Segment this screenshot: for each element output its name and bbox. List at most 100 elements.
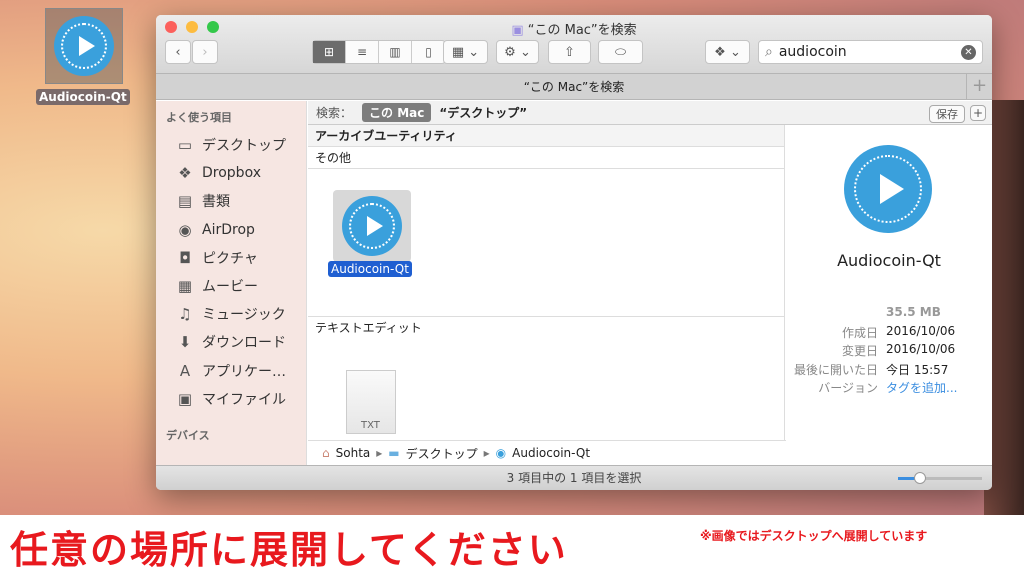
folder-icon: ▣ bbox=[511, 23, 528, 38]
sidebar-item-label: マイファイル bbox=[202, 391, 286, 408]
sidebar-item-label: ダウンロード bbox=[202, 335, 286, 352]
new-tab-button[interactable]: + bbox=[966, 74, 992, 99]
sidebar-icon: ▤ bbox=[177, 192, 193, 211]
back-button[interactable]: ‹ bbox=[165, 40, 191, 64]
item-label: Audiocoin-Qt bbox=[328, 261, 412, 277]
banner-note: ※画像ではデスクトップへ展開しています bbox=[700, 529, 928, 543]
sidebar-item-label: 書類 bbox=[202, 194, 230, 211]
sidebar-icon: ◉ bbox=[178, 220, 192, 239]
gear-icon[interactable]: ⚙ ⌄ bbox=[496, 40, 539, 64]
metadata-value[interactable]: タグを追加... bbox=[886, 379, 957, 398]
metadata-value: 2016/10/06 bbox=[886, 323, 956, 338]
app-icon: ◉ bbox=[495, 446, 507, 460]
scope-desktop[interactable]: “デスクトップ” bbox=[439, 104, 527, 121]
view-mode-control: ⊞ ≡ ▥ ▯ bbox=[312, 40, 446, 64]
sidebar: よく使う項目 ▭ デスクトップ ❖ Dropbox ▤ 書類 ◉ AirDrop ◘ ピクチャ ▦ ム… bbox=[156, 101, 307, 466]
search-input[interactable]: ⌕ audiocoin ✕ bbox=[758, 40, 983, 64]
column-view-icon[interactable]: ▥ bbox=[379, 41, 412, 63]
sidebar-icon: ▭ bbox=[177, 136, 193, 155]
favorites-header: よく使う項目 bbox=[166, 111, 232, 124]
icon-size-slider[interactable] bbox=[898, 472, 982, 484]
banner-main-text: 任意の場所に展開してください bbox=[10, 528, 568, 572]
sidebar-item[interactable]: ▭ デスクトップ bbox=[156, 131, 306, 159]
desktop-app-icon[interactable] bbox=[45, 8, 123, 84]
sidebar-item[interactable]: ◉ AirDrop bbox=[156, 216, 306, 244]
group-header: その他 bbox=[308, 147, 784, 169]
sidebar-item[interactable]: A アプリケー… bbox=[156, 357, 306, 385]
toolbar: ▣ “この Mac”を検索 ‹ › ⊞ ≡ ▥ ▯ ▦ ⌄ ⚙ ⌄ ⇧ ⬭ ❖ ⌄ ⌕… bbox=[156, 15, 992, 74]
path-item[interactable]: デスクトップ bbox=[406, 445, 478, 462]
sidebar-item-label: AirDrop bbox=[202, 221, 255, 238]
metadata-key: 変更日 bbox=[841, 344, 878, 358]
search-scope-bar: 検索： この Mac “デスクトップ” 保存 + bbox=[308, 101, 992, 125]
list-view-icon[interactable]: ≡ bbox=[346, 41, 379, 63]
audiocoin-icon bbox=[342, 196, 402, 256]
search-value: audiocoin bbox=[778, 44, 847, 60]
dropbox-icon[interactable]: ❖ ⌄ bbox=[705, 40, 750, 64]
tag-icon[interactable]: ⬭ bbox=[598, 40, 643, 64]
metadata-row: バージョン タグを追加... bbox=[786, 379, 992, 398]
sidebar-icon: ▣ bbox=[177, 389, 193, 408]
sidebar-item-label: Dropbox bbox=[202, 165, 261, 182]
preview-size: 35.5 MB bbox=[886, 305, 941, 319]
status-bar: 3 項目中の 1 項目を選択 bbox=[156, 465, 992, 490]
sidebar-icon: A bbox=[179, 361, 191, 380]
sidebar-item-label: ムービー bbox=[202, 279, 258, 296]
folder-icon: ▬ bbox=[388, 446, 400, 460]
add-criteria-button[interactable]: + bbox=[970, 105, 986, 121]
sidebar-icon: ▦ bbox=[177, 277, 193, 296]
path-item[interactable]: Sohta bbox=[336, 446, 371, 460]
sidebar-item-label: ピクチャ bbox=[202, 250, 258, 267]
sidebar-item[interactable]: ▣ マイファイル bbox=[156, 385, 306, 413]
metadata-row: 最後に開いた日 今日 15:57 bbox=[786, 361, 992, 380]
sidebar-item-label: ミュージック bbox=[202, 307, 286, 324]
result-item[interactable]: TXT bbox=[346, 370, 396, 434]
scope-this-mac[interactable]: この Mac bbox=[362, 103, 432, 122]
save-button[interactable]: 保存 bbox=[929, 105, 965, 123]
tab-search[interactable]: “この Mac”を検索 bbox=[524, 80, 625, 94]
search-icon: ⌕ bbox=[765, 44, 773, 60]
sidebar-item-label: アプリケー… bbox=[202, 363, 286, 380]
txt-file-label: TXT bbox=[361, 420, 380, 431]
sidebar-item[interactable]: ▦ ムービー bbox=[156, 272, 306, 300]
sidebar-item-label: デスクトップ bbox=[202, 138, 286, 155]
path-bar: ⌂ Sohta ▸ ▬ デスクトップ ▸ ◉ Audiocoin-Qt bbox=[308, 440, 786, 465]
metadata-value: 今日 15:57 bbox=[886, 362, 949, 377]
finder-window: ▣ “この Mac”を検索 ‹ › ⊞ ≡ ▥ ▯ ▦ ⌄ ⚙ ⌄ ⇧ ⬭ ❖ ⌄ ⌕… bbox=[156, 15, 992, 490]
metadata-key: 作成日 bbox=[841, 325, 878, 340]
sidebar-icon: ⬇ bbox=[178, 333, 192, 352]
sidebar-icon: ❖ bbox=[178, 164, 192, 183]
metadata-key: 最後に開いた日 bbox=[793, 362, 878, 377]
status-text: 3 項目中の 1 項目を選択 bbox=[506, 471, 642, 485]
sidebar-item[interactable]: ▤ 書類 bbox=[156, 187, 306, 215]
scope-label: 検索： bbox=[316, 106, 353, 120]
results-area: アーカイブユーティリティ その他 Audiocoin-Qt テキストエディット … bbox=[308, 125, 785, 440]
icon-view-icon[interactable]: ⊞ bbox=[313, 41, 346, 63]
coverflow-view-icon[interactable]: ▯ bbox=[412, 41, 445, 63]
sidebar-item[interactable]: ⬇ ダウンロード bbox=[156, 328, 306, 356]
devices-header: デバイス bbox=[166, 428, 210, 442]
metadata-value: 2016/10/06 bbox=[886, 342, 956, 356]
home-icon: ⌂ bbox=[322, 446, 330, 460]
sidebar-icon: ♫ bbox=[178, 305, 192, 324]
group-header: テキストエディット bbox=[315, 321, 422, 335]
audiocoin-preview-icon bbox=[844, 145, 932, 233]
share-icon[interactable]: ⇧ bbox=[548, 40, 591, 64]
preview-pane: Audiocoin-Qt 35.5 MB 作成日 2016/10/06 変更日 201… bbox=[786, 125, 992, 440]
path-item[interactable]: Audiocoin-Qt bbox=[512, 446, 590, 460]
window-title: “この Mac”を検索 bbox=[527, 23, 637, 38]
forward-button[interactable]: › bbox=[192, 40, 218, 64]
sidebar-item[interactable]: ◘ ピクチャ bbox=[156, 244, 306, 272]
result-item[interactable]: Audiocoin-Qt bbox=[308, 169, 784, 317]
arrange-button[interactable]: ▦ ⌄ bbox=[443, 40, 488, 64]
desktop-icon-label[interactable]: Audiocoin-Qt bbox=[36, 89, 130, 105]
sidebar-item[interactable]: ♫ ミュージック bbox=[156, 300, 306, 328]
preview-name: Audiocoin-Qt bbox=[837, 251, 941, 270]
sidebar-item[interactable]: ❖ Dropbox bbox=[156, 159, 306, 187]
sidebar-icon: ◘ bbox=[179, 248, 191, 267]
group-header: アーカイブユーティリティ bbox=[308, 125, 784, 147]
clear-search-icon[interactable]: ✕ bbox=[961, 44, 976, 60]
metadata-row: 作成日 2016/10/06 bbox=[786, 324, 992, 343]
metadata-key: バージョン bbox=[818, 381, 878, 395]
tab-bar: “この Mac”を検索 + bbox=[156, 74, 992, 100]
